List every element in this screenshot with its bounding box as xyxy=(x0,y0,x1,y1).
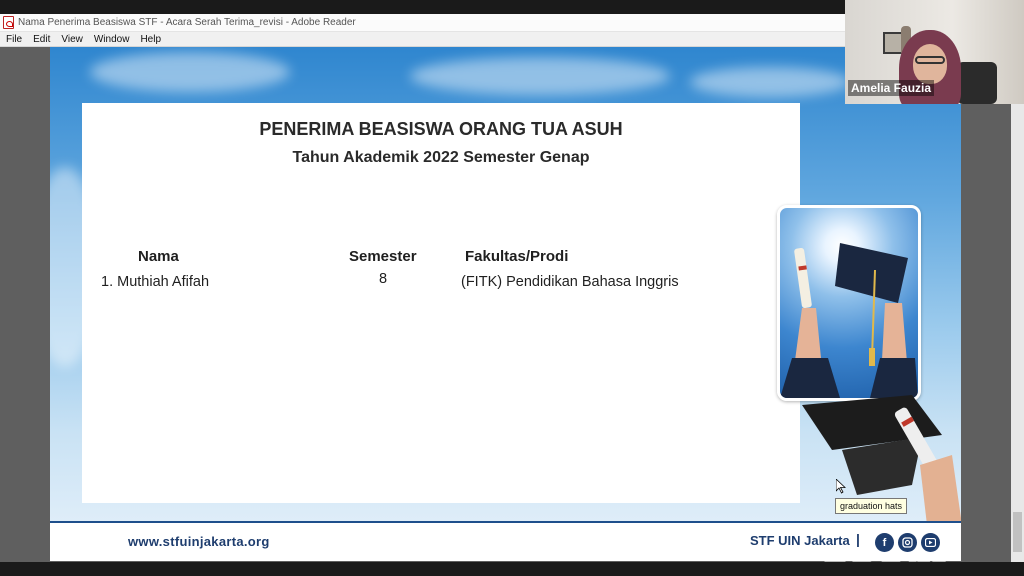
column-header-faculty: Fakultas/Prodi xyxy=(465,248,569,265)
menu-file[interactable]: File xyxy=(6,34,22,45)
menu-window[interactable]: Window xyxy=(94,34,130,45)
graduation-illustration xyxy=(780,243,918,398)
screen: Nama Penerima Beasiswa STF - Acara Serah… xyxy=(0,0,1024,576)
column-header-semester: Semester xyxy=(349,248,417,265)
cloud xyxy=(690,67,850,97)
recipient-faculty: (FITK) Pendidikan Bahasa Inggris xyxy=(461,274,679,290)
participant-face xyxy=(913,44,947,84)
scrollbar-thumb[interactable] xyxy=(1013,512,1022,552)
participant-glasses xyxy=(915,56,945,64)
slide-page: PENERIMA BEASISWA ORANG TUA ASUH Tahun A… xyxy=(50,47,961,561)
menu-view[interactable]: View xyxy=(61,34,83,45)
menu-edit[interactable]: Edit xyxy=(33,34,50,45)
footer-url: www.stfuinjakarta.org xyxy=(128,534,270,549)
slide-subtitle: Tahun Akademik 2022 Semester Genap xyxy=(292,149,590,166)
document-area[interactable]: PENERIMA BEASISWA ORANG TUA ASUH Tahun A… xyxy=(0,47,1024,576)
zoom-bottom-bar xyxy=(0,562,1024,576)
participant-video-tile[interactable]: Amelia Fauzia xyxy=(845,0,1024,104)
vertical-scrollbar[interactable] xyxy=(1011,47,1024,562)
recipient-name: 1. Muthiah Afifah xyxy=(101,274,210,290)
recipient-semester: 8 xyxy=(379,271,388,287)
participant-name: Amelia Fauzia xyxy=(848,80,935,96)
mouse-cursor-icon xyxy=(836,479,846,494)
adobe-reader-icon xyxy=(3,16,14,29)
graduation-photo xyxy=(777,205,921,401)
window-title: Nama Penerima Beasiswa STF - Acara Serah… xyxy=(18,17,356,28)
menu-help[interactable]: Help xyxy=(140,34,161,45)
video-chair xyxy=(957,62,997,104)
column-header-name: Nama xyxy=(138,248,179,265)
slide-title: PENERIMA BEASISWA ORANG TUA ASUH xyxy=(259,119,623,139)
slide-content-card: PENERIMA BEASISWA ORANG TUA ASUH Tahun A… xyxy=(82,103,800,503)
cloud xyxy=(410,57,670,95)
cloud xyxy=(90,52,290,92)
tooltip: graduation hats xyxy=(835,498,908,514)
